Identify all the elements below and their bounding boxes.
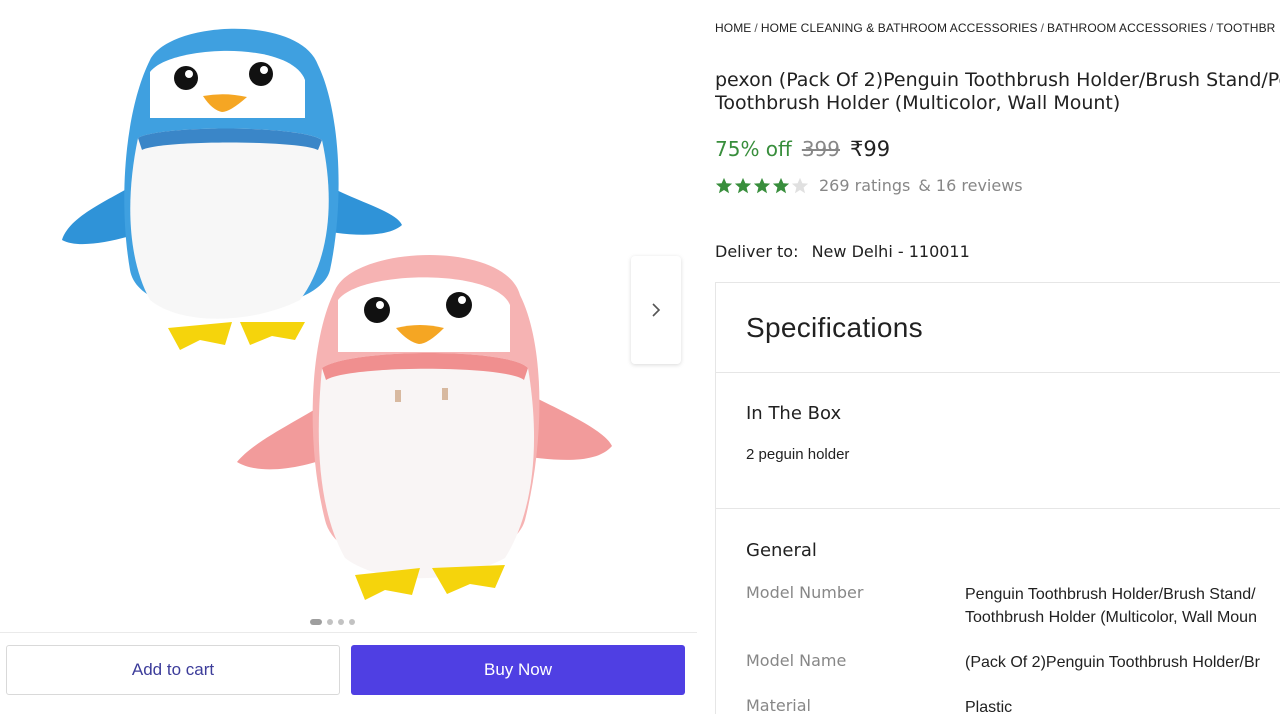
general-title: General <box>746 540 817 561</box>
breadcrumb-separator: / <box>1209 21 1214 35</box>
pink-penguin-illustration <box>237 255 612 600</box>
gallery-dot[interactable] <box>310 619 322 625</box>
breadcrumb-separator: / <box>1040 21 1045 35</box>
ratings-count[interactable]: 269 ratings <box>819 176 910 195</box>
breadcrumb-toothbrush[interactable]: TOOTHBR <box>1216 21 1275 35</box>
breadcrumb-home[interactable]: HOME <box>715 21 751 35</box>
spec-value: Penguin Toothbrush Holder/Brush Stand/ T… <box>965 583 1257 629</box>
star-rating <box>715 177 809 195</box>
star-filled-icon <box>772 177 790 193</box>
gallery-dot[interactable] <box>349 619 355 625</box>
breadcrumb-home-cleaning[interactable]: HOME CLEANING & BATHROOM ACCESSORIES <box>761 21 1038 35</box>
star-filled-icon <box>734 177 752 193</box>
product-title-line: Toothbrush Holder (Multicolor, Wall Moun… <box>715 92 1121 114</box>
star-empty-icon <box>791 177 809 193</box>
breadcrumb-separator: / <box>754 21 758 35</box>
purchase-action-bar: Add to cart Buy Now <box>0 632 697 714</box>
in-the-box-item: 2 peguin holder <box>746 446 850 463</box>
rating-row: 269 ratings & 16 reviews <box>715 176 1023 195</box>
specifications-heading: Specifications <box>746 311 923 343</box>
gallery-pagination-dots <box>310 619 355 625</box>
spec-row: Model Number Penguin Toothbrush Holder/B… <box>746 583 1280 629</box>
next-image-button[interactable] <box>631 256 681 364</box>
spec-key: Model Name <box>746 651 847 670</box>
delivery-location[interactable]: New Delhi - 110011 <box>812 242 970 261</box>
in-the-box-section: In The Box 2 peguin holder <box>716 373 1280 509</box>
spec-value-line: Toothbrush Holder (Multicolor, Wall Moun <box>965 609 1257 626</box>
chevron-right-icon <box>652 303 661 317</box>
general-section: General Model Number Penguin Toothbrush … <box>716 509 1280 714</box>
deliver-to-label: Deliver to: <box>715 242 799 261</box>
original-price: 399 <box>801 137 841 161</box>
discount-label: 75% off <box>715 137 792 161</box>
price-row: 75% off 399 ₹99 <box>715 137 890 161</box>
spec-key: Model Number <box>746 583 864 602</box>
product-title-line: pexon (Pack Of 2)Penguin Toothbrush Hold… <box>715 69 1280 91</box>
breadcrumb-bathroom-accessories[interactable]: BATHROOM ACCESSORIES <box>1047 21 1207 35</box>
spec-key: Material <box>746 696 811 714</box>
specifications-header: Specifications <box>716 283 1280 373</box>
star-filled-icon <box>715 177 733 193</box>
penguin-toothbrush-holders-image <box>62 28 612 600</box>
add-to-cart-button[interactable]: Add to cart <box>6 645 340 695</box>
spec-value-line: Penguin Toothbrush Holder/Brush Stand/ <box>965 586 1256 603</box>
product-gallery: Add to cart Buy Now <box>0 0 700 714</box>
selling-price: ₹99 <box>850 137 891 161</box>
product-title: pexon (Pack Of 2)Penguin Toothbrush Hold… <box>715 69 1280 115</box>
reviews-count[interactable]: & 16 reviews <box>918 176 1022 195</box>
buy-now-button[interactable]: Buy Now <box>351 645 685 695</box>
delivery-info: Deliver to: New Delhi - 110011 <box>715 242 970 261</box>
spec-value: (Pack Of 2)Penguin Toothbrush Holder/Br <box>965 651 1260 674</box>
product-image[interactable] <box>0 0 700 620</box>
spec-value-line: Plastic <box>965 699 1013 714</box>
breadcrumb: HOME / HOME CLEANING & BATHROOM ACCESSORIE… <box>715 21 1275 35</box>
in-the-box-title: In The Box <box>746 403 842 424</box>
specifications-panel: Specifications In The Box 2 peguin holde… <box>715 282 1280 714</box>
spec-row: Material Plastic <box>746 696 1280 714</box>
spec-value: Plastic <box>965 696 1012 714</box>
spec-row: Model Name (Pack Of 2)Penguin Toothbrush… <box>746 651 1280 674</box>
gallery-dot[interactable] <box>338 619 344 625</box>
gallery-dot[interactable] <box>327 619 333 625</box>
product-details: HOME / HOME CLEANING & BATHROOM ACCESSORIE… <box>715 0 1280 714</box>
spec-value-line: (Pack Of 2)Penguin Toothbrush Holder/Br <box>965 654 1260 671</box>
star-filled-icon <box>753 177 771 193</box>
